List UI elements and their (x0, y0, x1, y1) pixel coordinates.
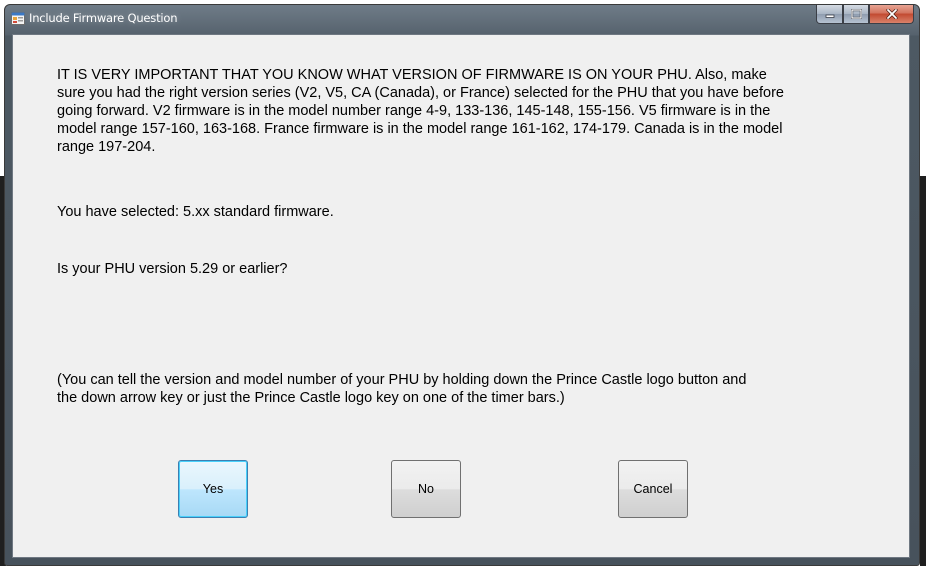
no-button[interactable]: No (391, 460, 461, 518)
cancel-button[interactable]: Cancel (618, 460, 688, 518)
version-hint-text: (You can tell the version and model numb… (57, 371, 857, 407)
background-window-edge-right (920, 176, 926, 566)
warning-line-4: model range 157-160, 163-168. France fir… (57, 121, 783, 137)
hint-line-1: (You can tell the version and model numb… (57, 372, 747, 388)
version-question-label: Is your PHU version 5.29 or earlier? (57, 261, 288, 277)
warning-line-3: going forward. V2 firmware is in the mod… (57, 103, 771, 119)
warning-line-1: IT IS VERY IMPORTANT THAT YOU KNOW WHAT … (57, 67, 767, 83)
yes-button[interactable]: Yes (178, 460, 248, 518)
firmware-warning-text: IT IS VERY IMPORTANT THAT YOU KNOW WHAT … (57, 66, 887, 156)
selected-firmware-label: You have selected: 5.xx standard firmwar… (57, 204, 334, 220)
hint-line-2: the down arrow key or just the Prince Ca… (57, 390, 565, 406)
warning-line-2: sure you had the right version series (V… (57, 85, 784, 101)
warning-line-5: range 197-204. (57, 139, 156, 155)
